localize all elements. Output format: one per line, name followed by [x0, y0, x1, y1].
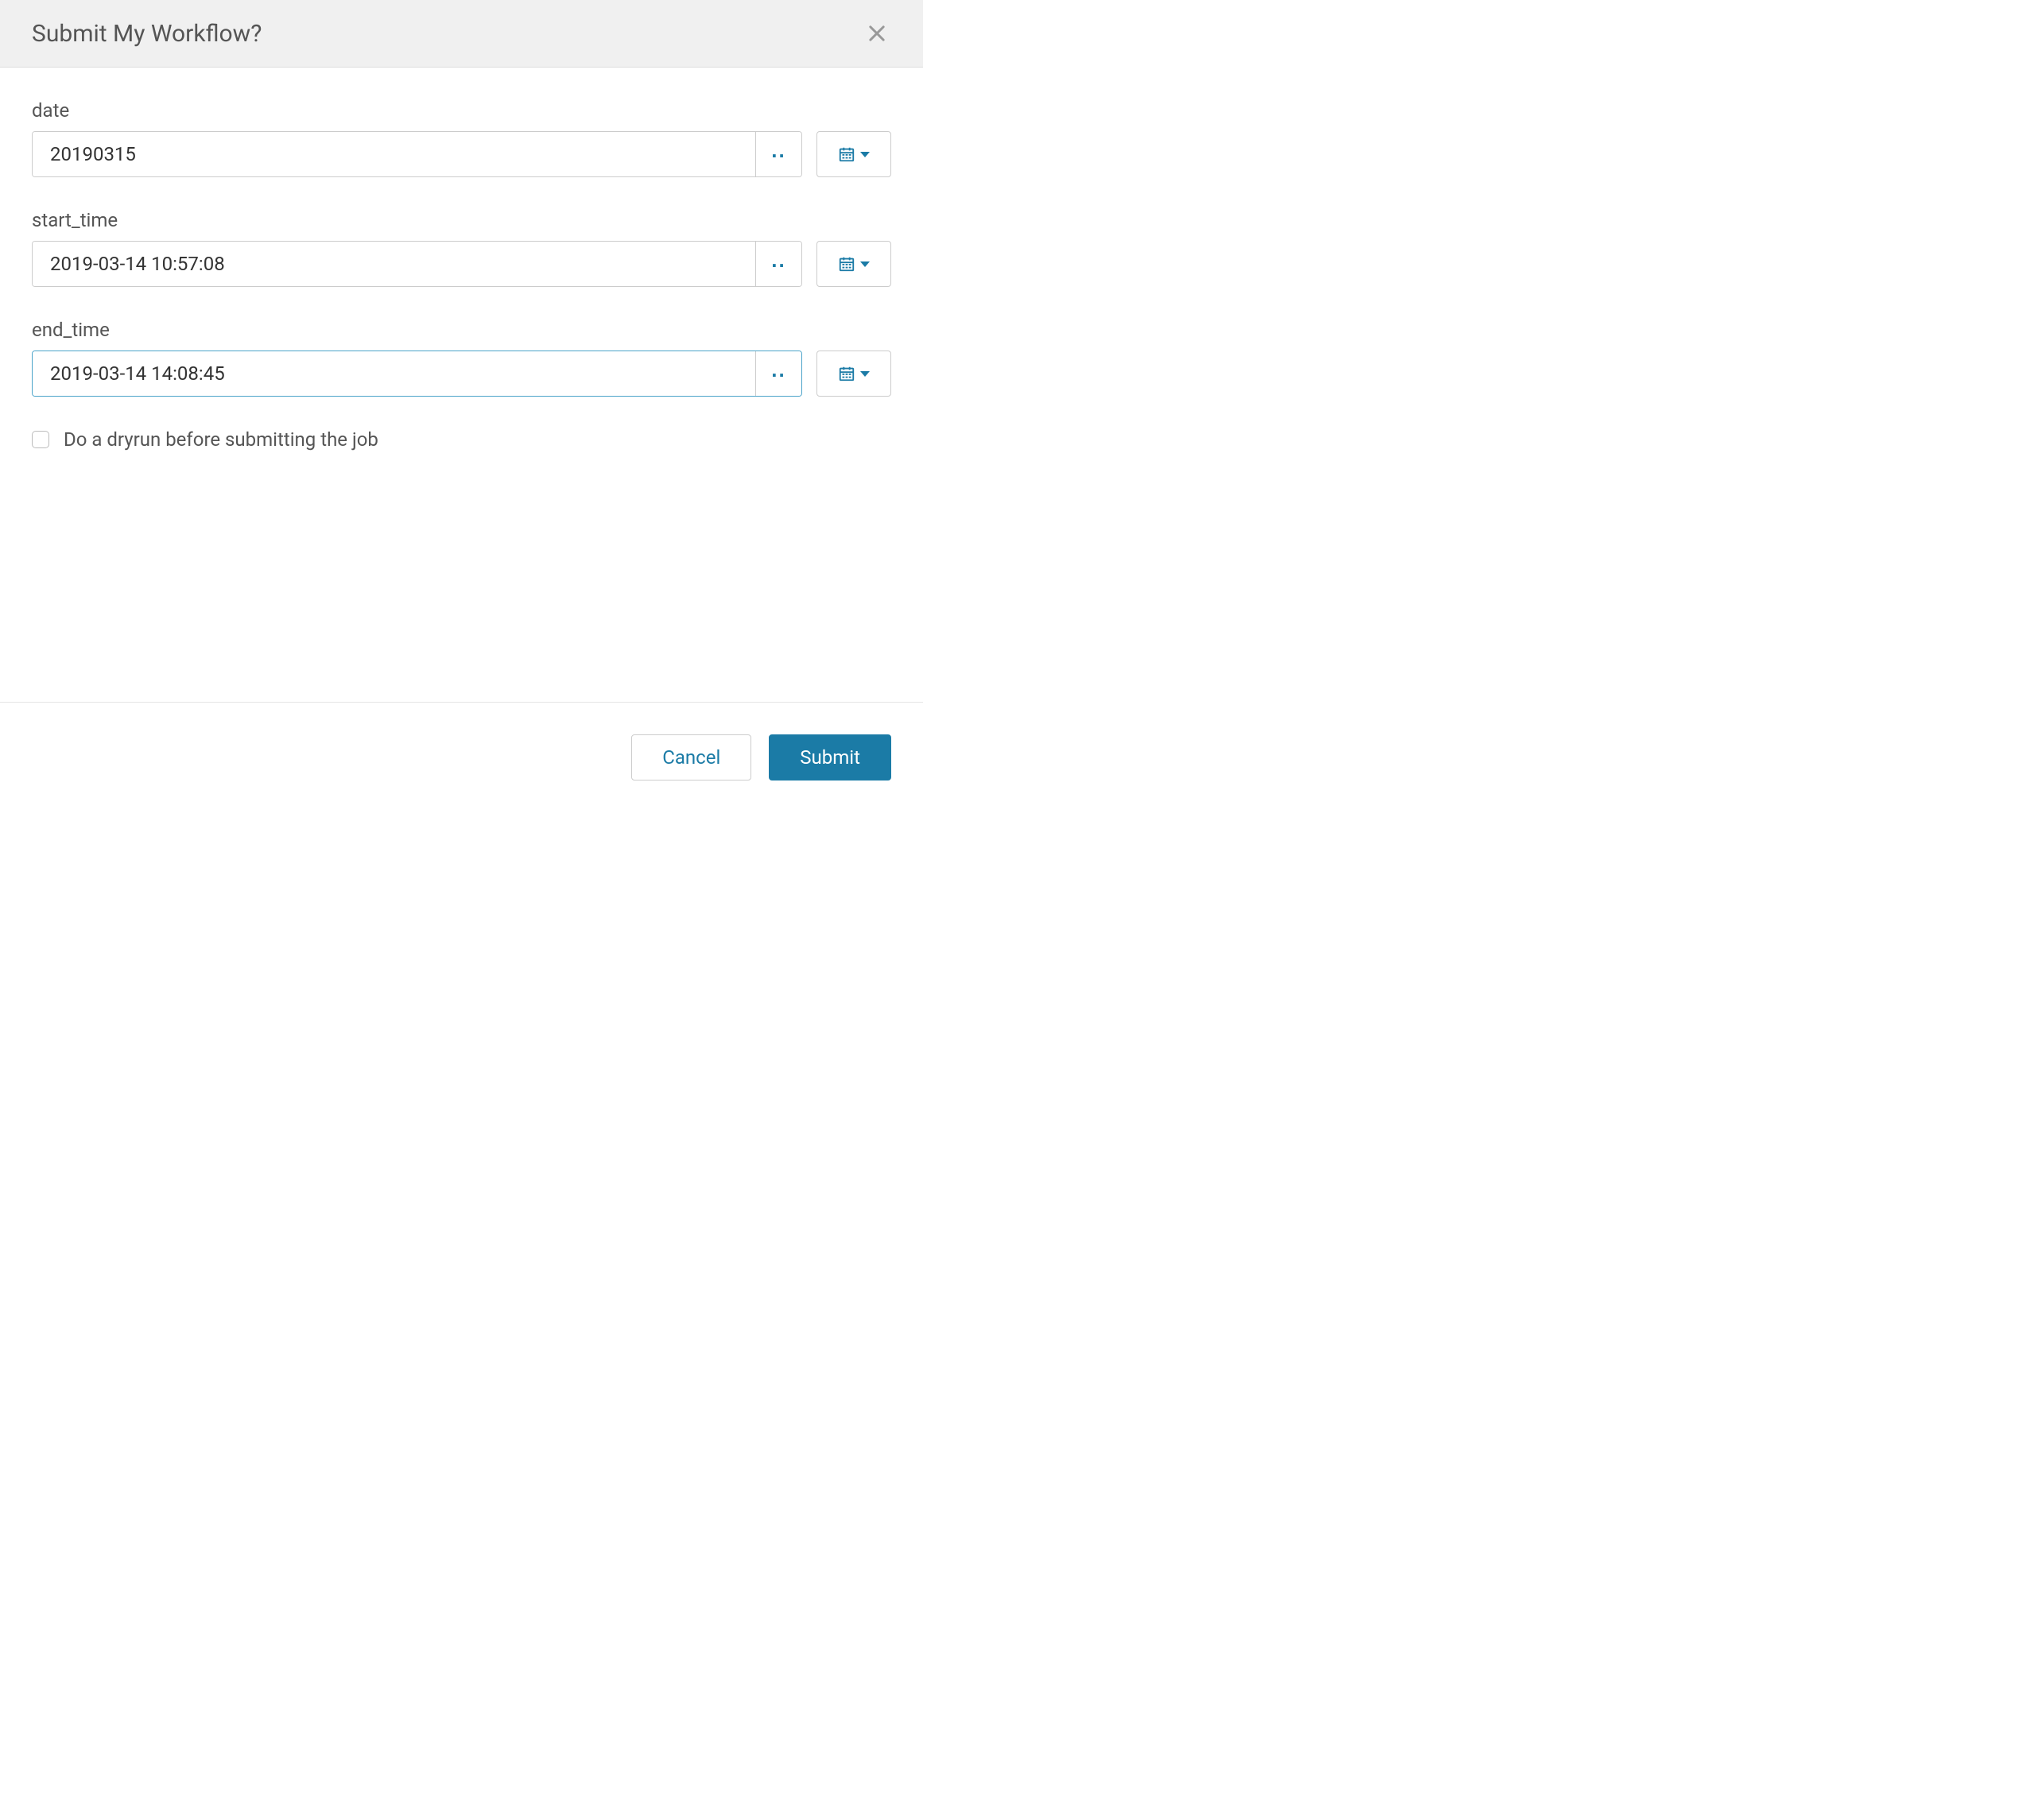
- end-time-input-wrap: ..: [32, 351, 802, 397]
- modal-footer: Cancel Submit: [0, 702, 923, 812]
- date-calendar-button[interactable]: [816, 131, 891, 177]
- dryrun-row: Do a dryrun before submitting the job: [32, 428, 891, 451]
- cancel-button[interactable]: Cancel: [631, 734, 751, 780]
- chevron-down-icon: [860, 371, 870, 377]
- field-end-time: end_time ..: [32, 319, 891, 397]
- chevron-down-icon: [860, 152, 870, 157]
- date-input[interactable]: [33, 132, 755, 176]
- dryrun-label[interactable]: Do a dryrun before submitting the job: [64, 428, 378, 451]
- modal-header: Submit My Workflow?: [0, 0, 923, 68]
- modal-title: Submit My Workflow?: [32, 20, 262, 48]
- end-time-calendar-button[interactable]: [816, 351, 891, 397]
- end-time-input-row: ..: [32, 351, 891, 397]
- dryrun-checkbox[interactable]: [32, 431, 49, 448]
- date-label: date: [32, 99, 891, 122]
- date-input-row: ..: [32, 131, 891, 177]
- submit-workflow-modal: Submit My Workflow? date ..: [0, 0, 923, 812]
- end-time-input[interactable]: [33, 351, 755, 396]
- submit-button[interactable]: Submit: [769, 734, 891, 780]
- calendar-icon: [838, 145, 855, 163]
- modal-body: date ..: [0, 68, 923, 702]
- end-time-label: end_time: [32, 319, 891, 341]
- close-icon: [866, 22, 888, 45]
- calendar-icon: [838, 255, 855, 273]
- start-time-label: start_time: [32, 209, 891, 231]
- chevron-down-icon: [860, 261, 870, 267]
- field-start-time: start_time ..: [32, 209, 891, 287]
- date-input-wrap: ..: [32, 131, 802, 177]
- start-time-input[interactable]: [33, 242, 755, 286]
- calendar-icon: [838, 365, 855, 382]
- start-time-range-button[interactable]: ..: [755, 242, 801, 286]
- start-time-input-row: ..: [32, 241, 891, 287]
- end-time-range-button[interactable]: ..: [755, 351, 801, 396]
- date-range-button[interactable]: ..: [755, 132, 801, 176]
- start-time-calendar-button[interactable]: [816, 241, 891, 287]
- start-time-input-wrap: ..: [32, 241, 802, 287]
- field-date: date ..: [32, 99, 891, 177]
- close-button[interactable]: [863, 19, 891, 48]
